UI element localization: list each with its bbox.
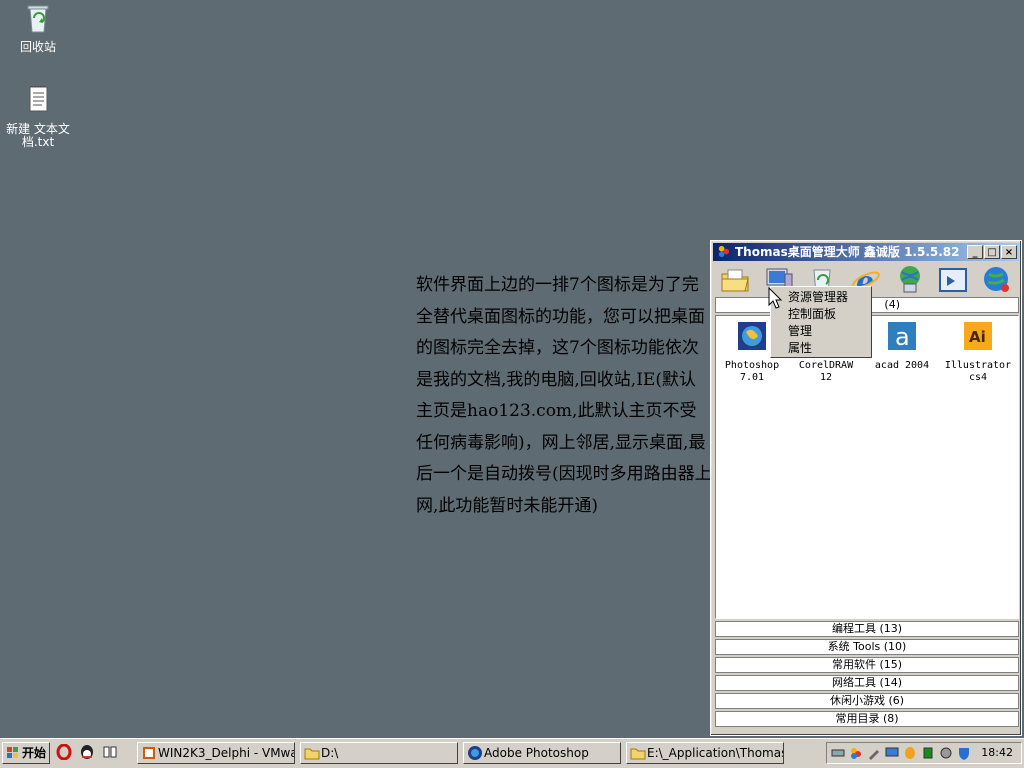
app-label: Illustrator cs4 <box>944 360 1012 383</box>
task-label: WIN2K3_Delphi - VMwar... <box>158 746 295 760</box>
autocad-icon: a <box>888 322 916 351</box>
clock[interactable]: 18:42 <box>981 743 1013 763</box>
window-title: Thomas桌面管理大师 鑫诚版 1.5.5.82 <box>735 245 960 259</box>
svg-text:a: a <box>895 323 910 351</box>
photoshop-icon <box>468 746 482 760</box>
app-label: CorelDRAW 12 <box>798 360 854 383</box>
system-tray: 18:42 <box>826 742 1022 764</box>
book-icon[interactable] <box>102 744 118 760</box>
tools-tray-icon[interactable] <box>867 746 881 760</box>
text-document-icon <box>29 86 48 112</box>
status-tray-icon[interactable] <box>921 746 935 760</box>
desktop-icon-text-file[interactable]: 新建 文本文档.txt <box>0 84 76 149</box>
app-autocad[interactable]: a acad 2004 <box>868 320 936 372</box>
start-button[interactable]: 开始 <box>2 742 50 764</box>
context-menu: 资源管理器 控制面板 管理 属性 <box>770 286 872 358</box>
menu-item-control-panel[interactable]: 控制面板 <box>771 306 871 323</box>
network-neighborhood-icon[interactable] <box>894 264 926 296</box>
category-system-tools[interactable]: 系统 Tools (10) <box>715 639 1019 655</box>
app-label: Photoshop 7.01 <box>724 360 780 383</box>
svg-text:Ai: Ai <box>969 328 986 346</box>
my-documents-icon[interactable] <box>719 264 751 296</box>
app-illustrator[interactable]: Ai Illustrator cs4 <box>944 320 1012 384</box>
task-vmware[interactable]: WIN2K3_Delphi - VMwar... <box>137 742 295 764</box>
network-tray-icon[interactable] <box>831 746 845 760</box>
app-panel: Photoshop 7.01 CorelDRAW 12 a acad 2004 … <box>715 315 1019 619</box>
maximize-button[interactable]: □ <box>984 245 1000 259</box>
window-titlebar[interactable]: Thomas桌面管理大师 鑫诚版 1.5.5.82 _ □ × <box>713 243 1019 261</box>
category-programming[interactable]: 编程工具 (13) <box>715 621 1019 637</box>
category-common-software[interactable]: 常用软件 (15) <box>715 657 1019 673</box>
menu-item-manage[interactable]: 管理 <box>771 323 871 340</box>
task-thomas-folder[interactable]: E:\_Application\ThomasS... <box>626 742 784 764</box>
opera-icon[interactable] <box>56 744 72 760</box>
qq-tray-icon[interactable] <box>903 746 917 760</box>
app-logo-icon <box>718 245 730 258</box>
task-photoshop[interactable]: Adobe Photoshop <box>463 742 621 764</box>
minimize-button[interactable]: _ <box>967 245 983 259</box>
description-text: 软件界面上边的一排7个图标是为了完全替代桌面图标的功能，您可以把桌面的图标完全去… <box>416 275 712 516</box>
folder-icon <box>304 748 320 760</box>
close-button[interactable]: × <box>1001 245 1017 259</box>
task-label: E:\_Application\ThomasS... <box>647 746 783 760</box>
task-d-drive[interactable]: D:\ <box>300 742 458 764</box>
vmware-icon <box>143 747 155 759</box>
volume-tray-icon[interactable] <box>939 746 953 760</box>
task-label: Adobe Photoshop <box>484 746 589 760</box>
taskbar: 开始 WIN2K3_Delphi - VMwar... D:\ Adobe Ph… <box>0 738 1024 768</box>
thomas-tray-icon[interactable] <box>849 746 863 760</box>
menu-item-explorer[interactable]: 资源管理器 <box>771 289 871 306</box>
task-label: D:\ <box>321 746 339 760</box>
app-label: acad 2004 <box>874 360 930 371</box>
desktop-icon-label: 回收站 <box>19 40 56 54</box>
desktop-icon-recycle-bin[interactable]: 回收站 <box>0 2 76 54</box>
start-label: 开始 <box>22 746 47 760</box>
menu-item-properties[interactable]: 属性 <box>771 340 871 357</box>
category-network-tools[interactable]: 网络工具 (14) <box>715 675 1019 691</box>
show-desktop-icon[interactable] <box>937 264 969 296</box>
monitor-tray-icon[interactable] <box>885 746 899 760</box>
recycle-bin-icon <box>27 5 49 33</box>
category-games[interactable]: 休闲小游戏 (6) <box>715 693 1019 709</box>
antivirus-tray-icon[interactable] <box>957 746 971 760</box>
desktop-icon-label: 新建 文本文档.txt <box>6 122 70 149</box>
qq-icon[interactable] <box>79 744 95 760</box>
windows-logo-icon <box>7 747 18 758</box>
mouse-cursor-icon <box>768 287 782 309</box>
auto-dial-icon[interactable] <box>981 264 1013 296</box>
illustrator-icon: Ai <box>964 322 992 350</box>
category-common-folders[interactable]: 常用目录 (8) <box>715 711 1019 727</box>
photoshop-icon <box>738 322 766 350</box>
folder-icon <box>630 748 646 760</box>
